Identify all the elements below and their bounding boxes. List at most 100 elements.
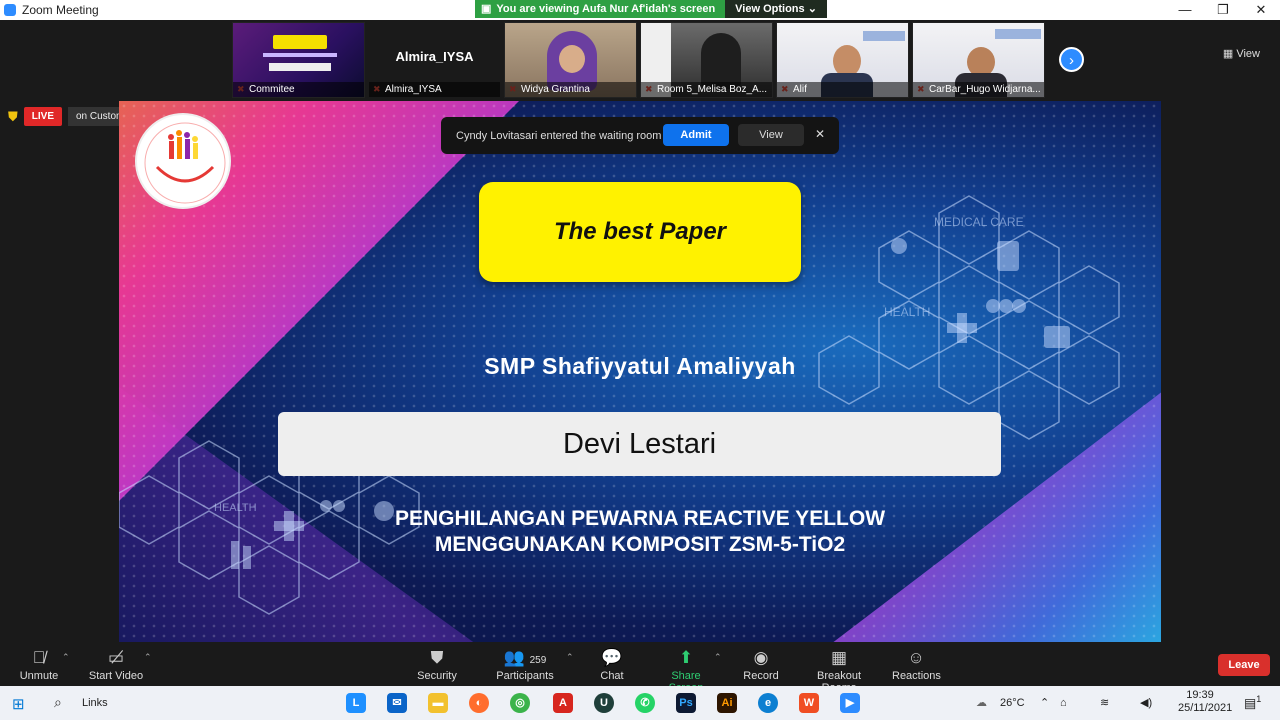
award-banner: The best Paper: [479, 182, 801, 282]
tile-content: [269, 63, 331, 71]
participant-name: Commitee: [233, 82, 364, 97]
temperature[interactable]: 26°C: [1000, 686, 1025, 720]
participant-tile[interactable]: ✖ Widya Grantina: [504, 22, 637, 98]
conference-logo: [135, 113, 231, 209]
windows-start-icon[interactable]: ⊞: [12, 695, 25, 713]
participant-name: CarBar_Hugo Widjarna...: [913, 82, 1044, 97]
participant-name: Room 5_Melisa Boz_A...: [641, 82, 772, 97]
window-title: Zoom Meeting: [22, 3, 99, 17]
live-badge[interactable]: LIVE: [23, 107, 62, 126]
winner-name: Devi Lestari: [562, 427, 717, 460]
volume-icon[interactable]: ◀): [1140, 686, 1152, 720]
view-layout-label: View: [1236, 48, 1260, 60]
participants-button[interactable]: 👥 259 Participants: [494, 648, 556, 682]
chat-label: Chat: [600, 670, 624, 682]
participant-tile[interactable]: ✖ Alif: [776, 22, 909, 98]
wifi-icon[interactable]: ≋: [1100, 686, 1109, 720]
participant-tile[interactable]: Almira_IYSA ✖ Almira_IYSA: [368, 22, 501, 98]
view-waiting-room-button[interactable]: View: [738, 124, 804, 146]
shield-icon: ⛊: [8, 108, 18, 124]
chat-button[interactable]: 💬 Chat: [596, 648, 628, 682]
security-button[interactable]: ⛊ Security: [414, 648, 460, 682]
participants-icon: 👥 259: [503, 648, 547, 667]
waiting-room-notification: Cyndy Lovitasari entered the waiting roo…: [441, 117, 839, 154]
illustrator-icon[interactable]: Ai: [717, 693, 737, 713]
award-title: The best Paper: [553, 218, 727, 245]
grid-icon: ▦: [1222, 48, 1234, 60]
video-off-icon: ▭̸: [107, 648, 125, 667]
tile-content: [263, 53, 337, 57]
unmute-label: Unmute: [19, 670, 59, 682]
screen-share-icon: ▣: [481, 3, 492, 15]
start-video-label: Start Video: [88, 670, 144, 682]
school-name: SMP Shafiyyatul Amaliyyah: [484, 353, 796, 379]
windows-taskbar: ⊞ ⌕ Links L ✉ ▬ ◐ ◎ A U ✆ Ps Ai e W ▶ ☁ …: [0, 686, 1280, 720]
clock-time: 19:39: [1186, 689, 1214, 701]
chevron-up-icon[interactable]: ⌃: [1040, 686, 1049, 720]
share-banner: ▣ You are viewing Aufa Nur Af'idah's scr…: [475, 0, 827, 18]
participant-video: [863, 31, 905, 41]
view-options-button[interactable]: View Options ⌄: [725, 0, 827, 18]
logo-emblem: [144, 122, 226, 204]
view-layout-button[interactable]: ▦ View: [1223, 47, 1260, 60]
share-banner-message: ▣ You are viewing Aufa Nur Af'idah's scr…: [475, 0, 726, 18]
window-controls: — ❐ ✕: [1166, 0, 1280, 20]
taskbar-search-label[interactable]: Links: [82, 686, 108, 720]
audio-options-caret[interactable]: ⌃: [62, 652, 70, 663]
weather-icon: ☁: [976, 697, 987, 709]
participants-count: 259: [529, 655, 547, 666]
participant-tile[interactable]: ✖ CarBar_Hugo Widjarna...: [912, 22, 1045, 98]
participant-tile[interactable]: ✖ Room 5_Melisa Boz_A...: [640, 22, 773, 98]
clock[interactable]: 19:39 25/11/2021: [1178, 689, 1232, 715]
reactions-button[interactable]: ☺ Reactions: [892, 648, 941, 682]
unmute-button[interactable]: 🎙̸ Unmute: [18, 648, 60, 682]
participant-name: Alif: [777, 82, 908, 97]
leave-button[interactable]: Leave: [1218, 654, 1270, 676]
zoom-app-icon: [4, 4, 16, 16]
close-window-button[interactable]: ✕: [1242, 0, 1280, 20]
winner-name-bar: Devi Lestari: [278, 412, 1001, 476]
edge-icon[interactable]: e: [758, 693, 778, 713]
app-l-icon[interactable]: L: [346, 693, 366, 713]
title-bar: Zoom Meeting ▣ You are viewing Aufa Nur …: [0, 0, 1280, 20]
chrome-icon[interactable]: ◎: [510, 693, 530, 713]
zoom-taskbar-icon[interactable]: ▶: [840, 693, 860, 713]
mail-icon[interactable]: ✉: [387, 693, 407, 713]
participants-options-caret[interactable]: ⌃: [566, 652, 574, 663]
waiting-room-message: Cyndy Lovitasari entered the waiting roo…: [456, 129, 662, 142]
participant-name: Almira_IYSA: [369, 82, 500, 97]
health-label: HEALTH: [884, 305, 930, 319]
admit-button[interactable]: Admit: [663, 124, 729, 146]
notification-count: 1: [1256, 694, 1262, 704]
whatsapp-icon[interactable]: ✆: [635, 693, 655, 713]
close-icon[interactable]: ✕: [815, 127, 825, 141]
participant-name: Widya Grantina: [505, 82, 636, 97]
record-button[interactable]: ◉ Record: [742, 648, 780, 682]
tile-content: [273, 35, 327, 49]
firefox-icon[interactable]: ◐: [469, 693, 489, 713]
security-label: Security: [417, 670, 457, 682]
maximize-button[interactable]: ❐: [1204, 0, 1242, 20]
share-options-caret[interactable]: ⌃: [714, 652, 722, 663]
photoshop-icon[interactable]: Ps: [676, 693, 696, 713]
start-video-button[interactable]: ▭̸ Start Video: [88, 648, 144, 682]
shield-icon: ⛊: [430, 648, 444, 667]
wps-icon[interactable]: W: [799, 693, 819, 713]
acrobat-icon[interactable]: A: [553, 693, 573, 713]
participant-tile[interactable]: ✖ Commitee: [232, 22, 365, 98]
medical-care-label: MEDICAL CARE: [934, 215, 1024, 229]
record-label: Record: [743, 670, 779, 682]
paper-title-line-1: PENGHILANGAN PEWARNA REACTIVE YELLOW: [394, 507, 886, 530]
reactions-label: Reactions: [892, 670, 941, 682]
network-icon[interactable]: ⌂: [1060, 686, 1067, 720]
search-icon[interactable]: ⌕: [54, 694, 62, 711]
app-u-icon[interactable]: U: [594, 693, 614, 713]
notifications-icon[interactable]: ▤1: [1244, 694, 1261, 711]
participant-strip: ✖ Commitee Almira_IYSA ✖ Almira_IYSA ✖ W…: [232, 22, 1045, 98]
paper-title-line-2: MENGGUNAKAN KOMPOSIT ZSM-5-TiO2: [434, 533, 846, 556]
minimize-button[interactable]: —: [1166, 0, 1204, 20]
next-page-icon[interactable]: ›: [1059, 47, 1084, 72]
participants-label: Participants: [496, 670, 554, 682]
file-explorer-icon[interactable]: ▬: [428, 693, 448, 713]
video-options-caret[interactable]: ⌃: [144, 652, 152, 663]
